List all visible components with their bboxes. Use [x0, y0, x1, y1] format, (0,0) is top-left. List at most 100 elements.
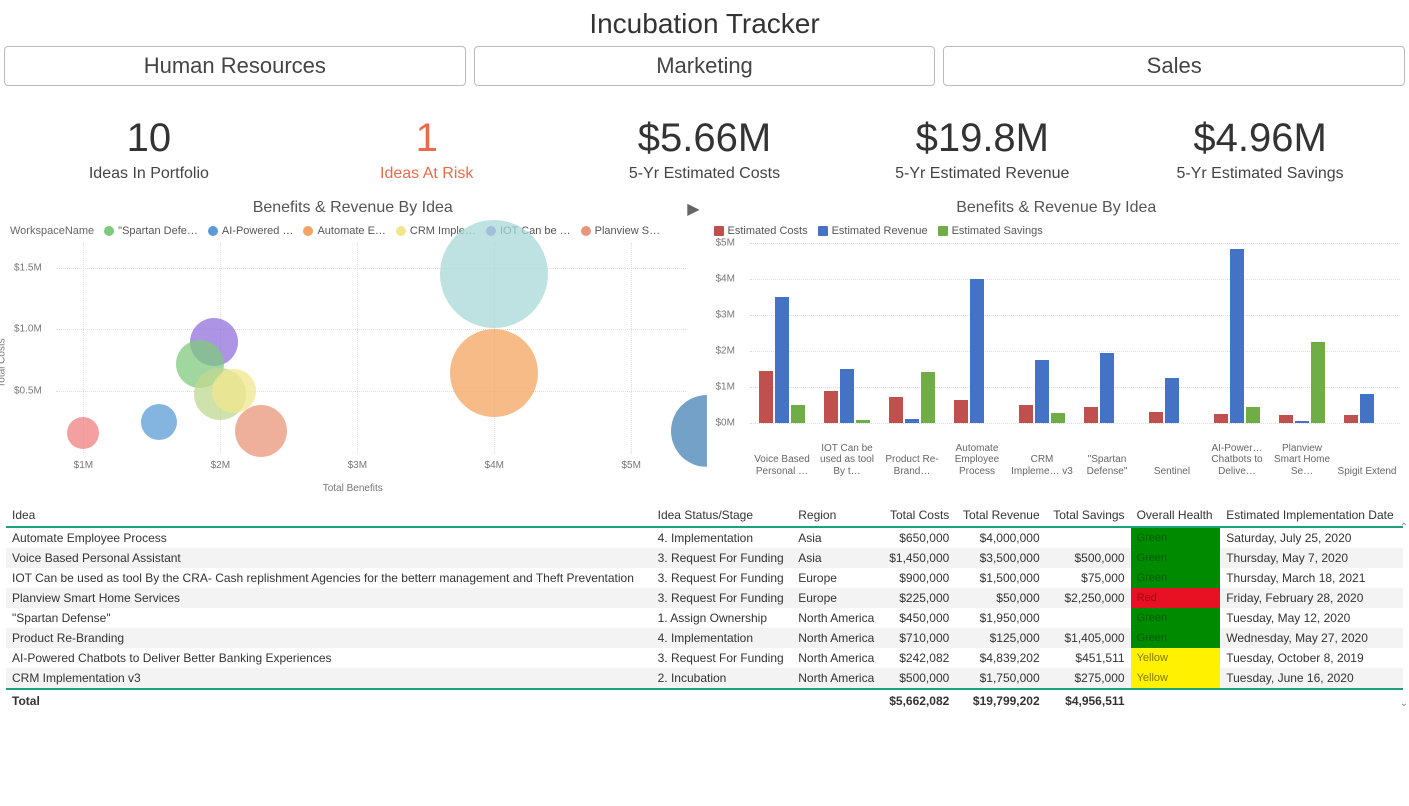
col-header[interactable]: Estimated Implementation Date: [1220, 504, 1403, 527]
bar-plot[interactable]: $0M$1M$2M$3M$4M$5MVoice Based Personal ……: [750, 243, 1400, 423]
bar-group[interactable]: [1019, 360, 1065, 423]
category-label: Spigit Extend: [1335, 466, 1399, 478]
bar-revenue[interactable]: [775, 297, 789, 423]
bar-group[interactable]: [1084, 353, 1130, 423]
ideas-table[interactable]: IdeaIdea Status/StageRegionTotal CostsTo…: [6, 504, 1403, 711]
chart-benefits-revenue-bar[interactable]: Benefits & Revenue By Idea Estimated Cos…: [710, 199, 1404, 494]
table-row[interactable]: Automate Employee Process4. Implementati…: [6, 527, 1403, 548]
table-row[interactable]: AI-Powered Chatbots to Deliver Better Ba…: [6, 648, 1403, 668]
bar-group[interactable]: [759, 297, 805, 423]
category-label: Voice Based Personal …: [750, 454, 814, 477]
legend-item[interactable]: Automate E…: [303, 225, 385, 237]
tab-human-resources[interactable]: Human Resources: [4, 46, 466, 86]
bar-revenue[interactable]: [1100, 353, 1114, 423]
bubble-point[interactable]: [235, 405, 287, 457]
bar-costs[interactable]: [824, 391, 838, 423]
legend-swatch: [104, 226, 114, 236]
table-row[interactable]: Voice Based Personal Assistant3. Request…: [6, 548, 1403, 568]
bar-costs[interactable]: [1149, 412, 1163, 423]
tab-sales[interactable]: Sales: [943, 46, 1405, 86]
bar-savings[interactable]: [1051, 413, 1065, 423]
bar-costs[interactable]: [1279, 415, 1293, 423]
bar-costs[interactable]: [759, 371, 773, 423]
bar-savings[interactable]: [856, 420, 870, 423]
bubble-legend: WorkspaceName "Spartan Defe…AI-Powered ……: [6, 225, 700, 237]
table-row[interactable]: Product Re-Branding4. ImplementationNort…: [6, 628, 1403, 648]
bubble-plot[interactable]: $0.5M$1.0M$1.5M$1M$2M$3M$4M$5M: [56, 243, 686, 453]
legend-item[interactable]: "Spartan Defe…: [104, 225, 198, 237]
cell: [1046, 608, 1131, 628]
bar-group[interactable]: [824, 369, 870, 423]
category-label: Planview Smart Home Se…: [1270, 443, 1334, 478]
legend-label: AI-Powered …: [222, 225, 294, 237]
bar-revenue[interactable]: [970, 279, 984, 423]
scroll-up-icon[interactable]: ⌃: [1400, 522, 1408, 533]
cell: $1,950,000: [955, 608, 1045, 628]
bar-group[interactable]: [889, 372, 935, 423]
col-header[interactable]: Total Costs: [882, 504, 955, 527]
kpi-row: 10Ideas In Portfolio1Ideas At Risk$5.66M…: [0, 86, 1409, 193]
legend-item[interactable]: Estimated Revenue: [818, 225, 928, 237]
bar-savings[interactable]: [921, 372, 935, 423]
bubble-point[interactable]: [141, 404, 177, 440]
table-row[interactable]: IOT Can be used as tool By the CRA- Cash…: [6, 568, 1403, 588]
bar-revenue[interactable]: [1230, 249, 1244, 423]
bar-group[interactable]: [954, 279, 1000, 423]
table-row[interactable]: Planview Smart Home Services3. Request F…: [6, 588, 1403, 608]
bar-costs[interactable]: [1344, 415, 1358, 423]
bar-group[interactable]: [1214, 249, 1260, 423]
legend-item[interactable]: AI-Powered …: [208, 225, 294, 237]
bar-savings[interactable]: [1246, 407, 1260, 423]
legend-item[interactable]: Estimated Savings: [938, 225, 1043, 237]
bar-costs[interactable]: [1084, 407, 1098, 423]
page-title: Incubation Tracker: [0, 0, 1409, 46]
cell: Voice Based Personal Assistant: [6, 548, 652, 568]
col-header[interactable]: Total Savings: [1046, 504, 1131, 527]
legend-label: Estimated Costs: [728, 225, 808, 237]
legend-next-icon[interactable]: ▶: [687, 199, 699, 219]
legend-item[interactable]: Estimated Costs: [714, 225, 808, 237]
scroll-down-icon[interactable]: ⌄: [1400, 698, 1408, 709]
health-cell: Green: [1131, 628, 1221, 648]
col-header[interactable]: Idea: [6, 504, 652, 527]
bar-group[interactable]: [1149, 378, 1195, 423]
kpi-value: 10: [10, 116, 288, 161]
bar-costs[interactable]: [1214, 414, 1228, 423]
bar-revenue[interactable]: [1165, 378, 1179, 423]
bar-costs[interactable]: [954, 400, 968, 423]
bar-costs[interactable]: [889, 397, 903, 423]
bar-savings[interactable]: [791, 405, 805, 423]
bubble-point[interactable]: [440, 220, 548, 328]
bubble-point[interactable]: [450, 329, 538, 417]
kpi-value: 1: [288, 116, 566, 161]
bar-savings[interactable]: [1311, 342, 1325, 423]
bar-group[interactable]: [1344, 394, 1390, 423]
cell: $1,750,000: [955, 668, 1045, 689]
total-cell: $5,662,082: [882, 689, 955, 711]
cell: Friday, February 28, 2020: [1220, 588, 1403, 608]
col-header[interactable]: Region: [792, 504, 882, 527]
cell: Tuesday, May 12, 2020: [1220, 608, 1403, 628]
bar-revenue[interactable]: [905, 419, 919, 424]
table-scrollbar[interactable]: ⌃ ⌄: [1397, 522, 1409, 709]
bar-group[interactable]: [1279, 342, 1325, 423]
bar-revenue[interactable]: [1360, 394, 1374, 423]
bar-revenue[interactable]: [1035, 360, 1049, 423]
legend-swatch: [714, 226, 724, 236]
bubble-point[interactable]: [67, 417, 99, 449]
cell: $451,511: [1046, 648, 1131, 668]
col-header[interactable]: Idea Status/Stage: [652, 504, 793, 527]
tab-marketing[interactable]: Marketing: [474, 46, 936, 86]
cell: $500,000: [1046, 548, 1131, 568]
bar-costs[interactable]: [1019, 405, 1033, 423]
table-row[interactable]: "Spartan Defense"1. Assign OwnershipNort…: [6, 608, 1403, 628]
legend-item[interactable]: Planview S…: [581, 225, 660, 237]
legend-label: Automate E…: [317, 225, 385, 237]
table-row[interactable]: CRM Implementation v32. IncubationNorth …: [6, 668, 1403, 689]
col-header[interactable]: Overall Health: [1131, 504, 1221, 527]
col-header[interactable]: Total Revenue: [955, 504, 1045, 527]
bar-revenue[interactable]: [1295, 421, 1309, 423]
cell: Asia: [792, 527, 882, 548]
bar-revenue[interactable]: [840, 369, 854, 423]
chart-benefits-revenue-bubble[interactable]: Benefits & Revenue By Idea WorkspaceName…: [6, 199, 700, 494]
